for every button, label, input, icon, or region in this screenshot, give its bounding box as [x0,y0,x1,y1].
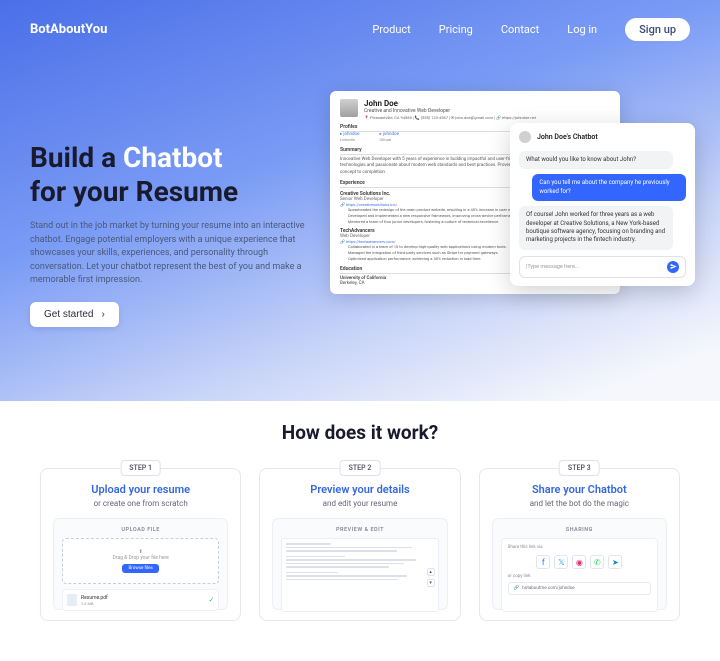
uploaded-file-row: Resume.pdf 2.8 MB ✓ [62,589,219,611]
nav-pricing[interactable]: Pricing [439,23,473,36]
facebook-icon[interactable]: f [536,555,550,569]
step-2-card: STEP 2 Preview your details and edit you… [259,468,460,621]
page-up-button[interactable]: ▴ [427,568,435,576]
logo[interactable]: BotAboutYou [30,22,107,37]
check-icon: ✓ [208,596,214,604]
step-1-badge: STEP 1 [120,460,161,476]
instagram-icon[interactable]: ◉ [572,555,586,569]
browse-button[interactable]: Browse files [122,564,158,573]
step-3-badge: STEP 3 [559,460,600,476]
step-2-sub: and edit your resume [272,499,447,508]
hero-title-accent: Chatbot [123,141,223,174]
hero-title: Build a Chatbot for your Resume [30,141,310,208]
whatsapp-icon[interactable]: ✆ [590,555,604,569]
telegram-icon[interactable]: ➤ [608,555,622,569]
file-size: 2.8 MB [81,601,204,606]
share-link-text: botaboutme.com/johndoe [522,586,574,591]
hero-description: Stand out in the job market by turning y… [30,220,310,288]
step-2-preview-label: PREVIEW & EDIT [281,527,438,533]
step-3-title: Share your Chatbot [492,483,667,496]
get-started-label: Get started [44,309,93,320]
nav-contact[interactable]: Contact [501,23,539,36]
copy-link-label: or copy link [508,574,651,579]
link-icon: 🔗 [514,586,520,591]
chat-bot-msg-2: Of course! John worked for three years a… [519,206,673,250]
chatbot-card: John Doe's Chatbot What would you like t… [510,123,695,286]
avatar [340,99,358,117]
twitter-icon[interactable]: 𝕏 [554,555,568,569]
hero-title-pre: Build a [30,141,123,174]
drop-text: Drag & Drop your file here [69,555,212,561]
document-preview: ▴ ▾ [281,538,438,612]
step-1-title: Upload your resume [53,483,228,496]
chat-avatar [519,131,531,143]
get-started-button[interactable]: Get started › [30,302,119,327]
step-2-badge: STEP 2 [340,460,381,476]
chat-placeholder: |Type message here... [526,264,667,270]
step-3-preview-label: SHARING [501,527,658,533]
how-title: How does it work? [40,421,680,444]
step-3-sub: and let the bot do the magic [492,499,667,508]
step-3-card: STEP 3 Share your Chatbot and let the bo… [479,468,680,621]
chat-title: John Doe's Chatbot [537,133,598,141]
page-down-button[interactable]: ▾ [427,579,435,587]
chat-user-msg: Can you tell me about the company he pre… [532,174,686,201]
resume-name: John Doe [364,99,536,108]
file-icon [67,594,77,606]
top-nav: BotAboutYou Product Pricing Contact Log … [30,18,690,41]
step-1-card: STEP 1 Upload your resume or create one … [40,468,241,621]
hero-title-post: for your Resume [30,175,238,208]
step-2-title: Preview your details [272,483,447,496]
share-link-field[interactable]: 🔗 botaboutme.com/johndoe [508,582,651,595]
chat-bot-msg-1: What would you like to know about John? [519,151,673,169]
step-1-preview-label: UPLOAD FILE [62,527,219,533]
chat-input[interactable]: |Type message here... [519,256,686,278]
signup-button[interactable]: Sign up [625,18,690,41]
resume-contact: 📍 Pleasantville, CA 94588 | 📞 (555) 123-… [364,115,536,120]
resume-role: Creative and Innovative Web Developer [364,108,536,114]
step-1-sub: or create one from scratch [53,499,228,508]
upload-dropzone[interactable]: ⬆ Drag & Drop your file here Browse file… [62,538,219,584]
login-link[interactable]: Log in [567,23,597,36]
share-via-label: Share this link via [508,545,651,550]
chevron-right-icon: › [101,309,104,320]
edu-location: Berkeley, CA [340,281,386,286]
nav-product[interactable]: Product [372,23,410,36]
send-icon[interactable] [667,261,679,273]
